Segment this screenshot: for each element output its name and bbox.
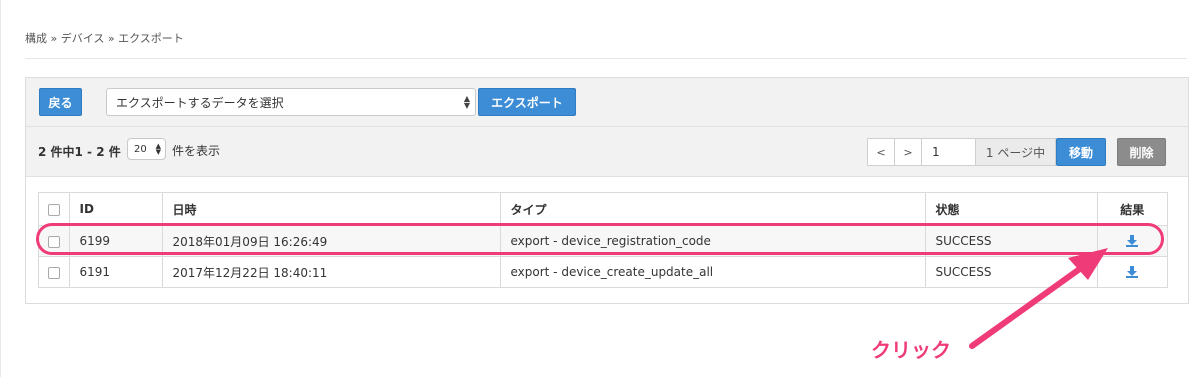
row-result [1097,256,1167,288]
per-page-select[interactable]: 20 ▲ ▼ [127,138,166,160]
row-id: 6199 [69,225,163,257]
column-status: 状態 [925,193,1098,226]
row-checkbox[interactable] [39,225,70,257]
export-data-select-value: エクスポートするデータを選択 [116,95,284,110]
click-callout: クリック [871,338,951,362]
export-history-table: ID 日時 タイプ 状態 結果 6199 2018年01月09日 16:26:4… [38,192,1168,288]
select-all-checkbox[interactable] [39,193,70,226]
select-arrows-icon: ▲ ▼ [463,94,470,110]
back-button[interactable]: 戻る [39,88,82,116]
download-icon[interactable] [1125,265,1139,279]
export-button[interactable]: エクスポート [478,88,576,116]
table-row: 6191 2017年12月22日 18:40:11 export - devic… [39,256,1167,288]
left-border [0,0,1,377]
row-type: export - device_registration_code [500,225,926,257]
export-panel: 戻る エクスポートするデータを選択 ▲ ▼ エクスポート 2 件中1 - 2 件 … [25,77,1189,304]
select-arrows-icon: ▲ ▼ [155,142,161,156]
row-status: SUCCESS [925,225,1098,257]
table-header-row: ID 日時 タイプ 状態 結果 [39,193,1167,226]
breadcrumb: 構成 » デバイス » エクスポート [25,32,184,45]
row-datetime: 2017年12月22日 18:40:11 [162,256,501,288]
column-result: 結果 [1097,193,1167,226]
record-count: 2 件中1 - 2 件 [38,145,121,159]
toolbar: 戻る エクスポートするデータを選択 ▲ ▼ エクスポート [26,78,1188,127]
row-datetime: 2018年01月09日 16:26:49 [162,225,501,257]
column-type: タイプ [500,193,926,226]
next-page-button[interactable]: > [894,138,922,166]
column-datetime: 日時 [162,193,501,226]
per-page-label: 件を表示 [172,144,221,158]
per-page-value: 20 [134,143,147,155]
row-status: SUCCESS [925,256,1098,288]
page-number-input[interactable]: 1 [921,138,976,166]
row-result [1097,225,1167,257]
page-count-label: 1 ページ中 [975,138,1056,166]
row-type: export - device_create_update_all [500,256,926,288]
row-id: 6191 [69,256,163,288]
list-controls: 2 件中1 - 2 件 20 ▲ ▼ 件を表示 < > 1 1 ページ中 移動 削… [26,127,1188,177]
column-id: ID [69,193,163,226]
table-row: 6199 2018年01月09日 16:26:49 export - devic… [39,225,1167,257]
row-checkbox[interactable] [39,256,70,288]
prev-page-button[interactable]: < [867,138,895,166]
go-page-button[interactable]: 移動 [1056,138,1106,166]
export-data-select[interactable]: エクスポートするデータを選択 ▲ ▼ [106,88,476,116]
download-icon[interactable] [1125,234,1139,248]
divider [25,58,1187,59]
delete-button[interactable]: 削除 [1117,138,1166,166]
